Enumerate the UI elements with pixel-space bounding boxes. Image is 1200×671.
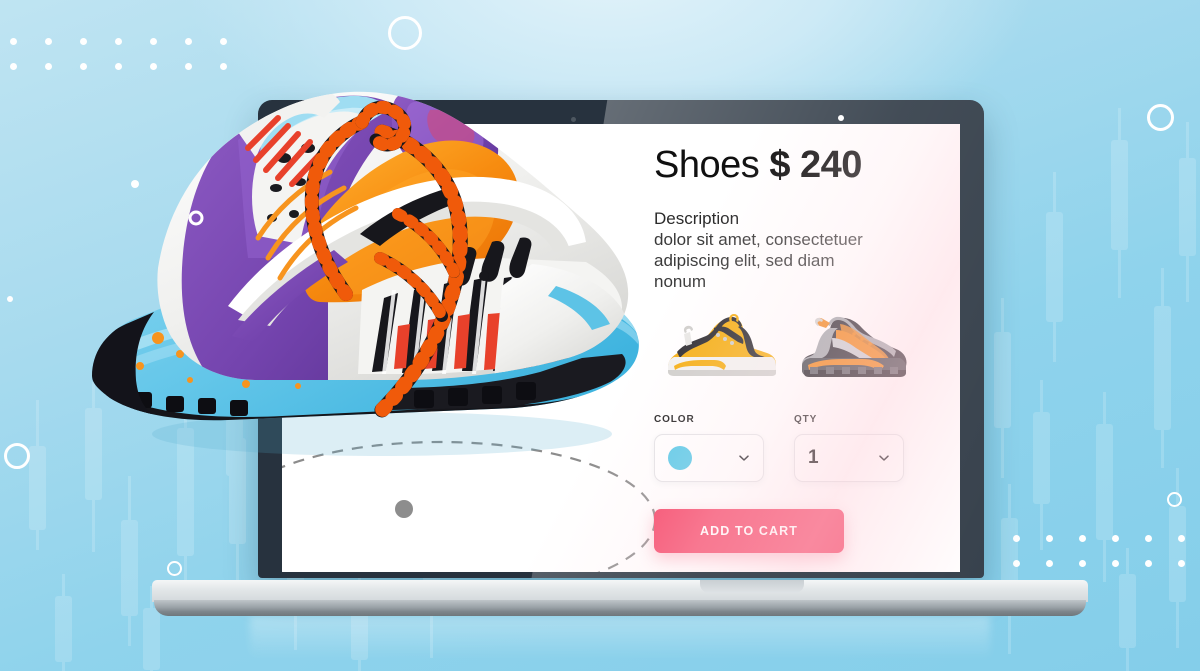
laptop-base-notch [700,580,804,593]
add-to-cart-button[interactable]: ADD TO CART [654,509,844,554]
color-swatch-cyan [668,446,692,471]
description-heading: Description [654,209,740,228]
product-options-row: COLOR QTY 1 [654,414,934,483]
color-option-group: COLOR [654,414,764,483]
laptop-base-front-edge [154,600,1086,616]
description-body: dolor sit amet, consectetuer adipiscing … [654,230,863,291]
laptop-base-top-surface [152,580,1088,602]
color-select[interactable] [654,434,764,483]
product-name: Shoes [654,144,760,186]
chevron-down-icon [738,452,750,464]
orbit-drag-handle[interactable] [395,500,413,518]
thumbnail-yellow-black-sneaker[interactable] [654,304,782,388]
thumbnail-black-orange-trail-shoe[interactable] [796,304,924,388]
qty-select[interactable]: 1 [794,434,904,483]
qty-option-group: QTY 1 [794,414,904,483]
product-price: $ 240 [769,144,862,186]
qty-label: QTY [794,414,818,426]
qty-value: 1 [808,447,819,469]
laptop-mockup: Shoes $ 240 Description dolor sit amet, … [0,0,1200,671]
laptop-reflection [250,616,990,660]
laptop-screen: Shoes $ 240 Description dolor sit amet, … [282,124,960,572]
webcam-icon [838,115,844,121]
orbit-ellipse-decoration [282,440,657,572]
laptop-base [152,580,1088,616]
ambient-sensor-dot [571,117,576,122]
product-title-row: Shoes $ 240 [654,146,934,184]
thumbnail-gallery [654,304,934,388]
product-details-panel: Shoes $ 240 Description dolor sit amet, … [654,146,934,554]
color-label: COLOR [654,414,695,426]
chevron-down-icon [878,452,890,464]
